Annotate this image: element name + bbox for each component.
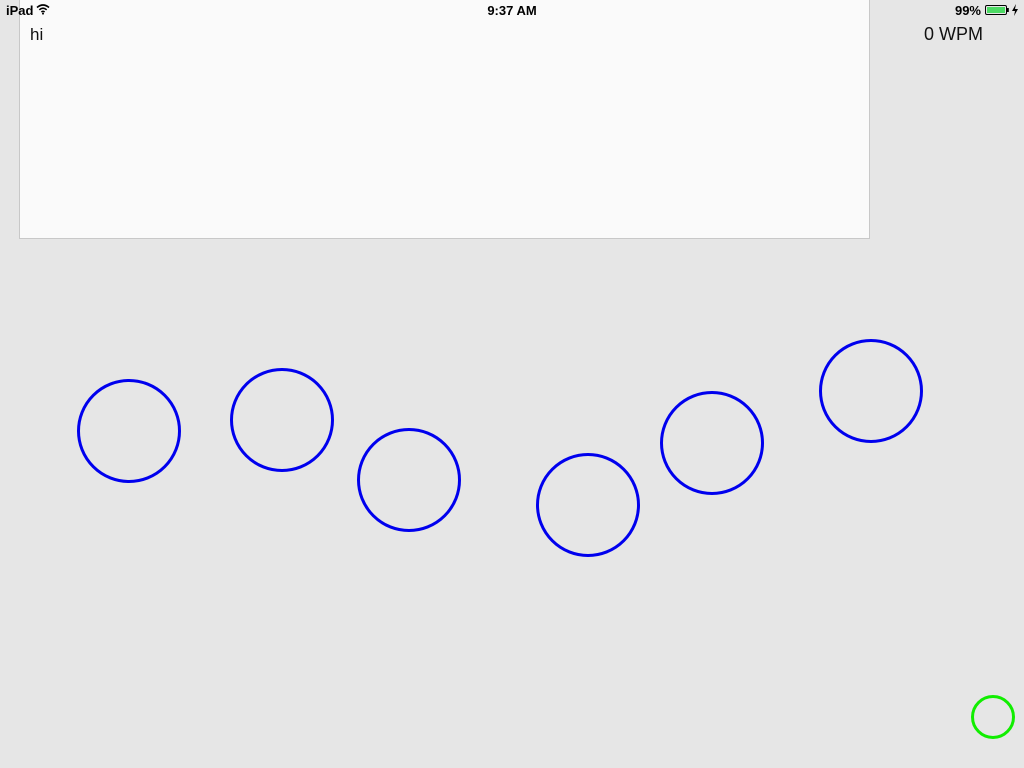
battery-icon xyxy=(985,5,1009,15)
green-indicator-circle[interactable] xyxy=(971,695,1015,739)
target-circle[interactable] xyxy=(77,379,181,483)
clock: 9:37 AM xyxy=(487,3,537,18)
wpm-counter: 0 WPM xyxy=(924,24,984,44)
text-panel[interactable]: hi xyxy=(19,0,870,239)
target-circle[interactable] xyxy=(819,339,923,443)
status-bar: iPad 9:37 AM 99% xyxy=(0,0,1024,20)
typed-text: hi xyxy=(30,25,44,44)
charging-icon xyxy=(1012,4,1018,16)
screen: iPad 9:37 AM 99% hi 0 WPM xyxy=(0,0,1024,768)
target-circle[interactable] xyxy=(230,368,334,472)
battery-percentage: 99% xyxy=(954,3,981,18)
target-circle[interactable] xyxy=(536,453,640,557)
target-circle[interactable] xyxy=(357,428,461,532)
target-circle[interactable] xyxy=(660,391,764,495)
